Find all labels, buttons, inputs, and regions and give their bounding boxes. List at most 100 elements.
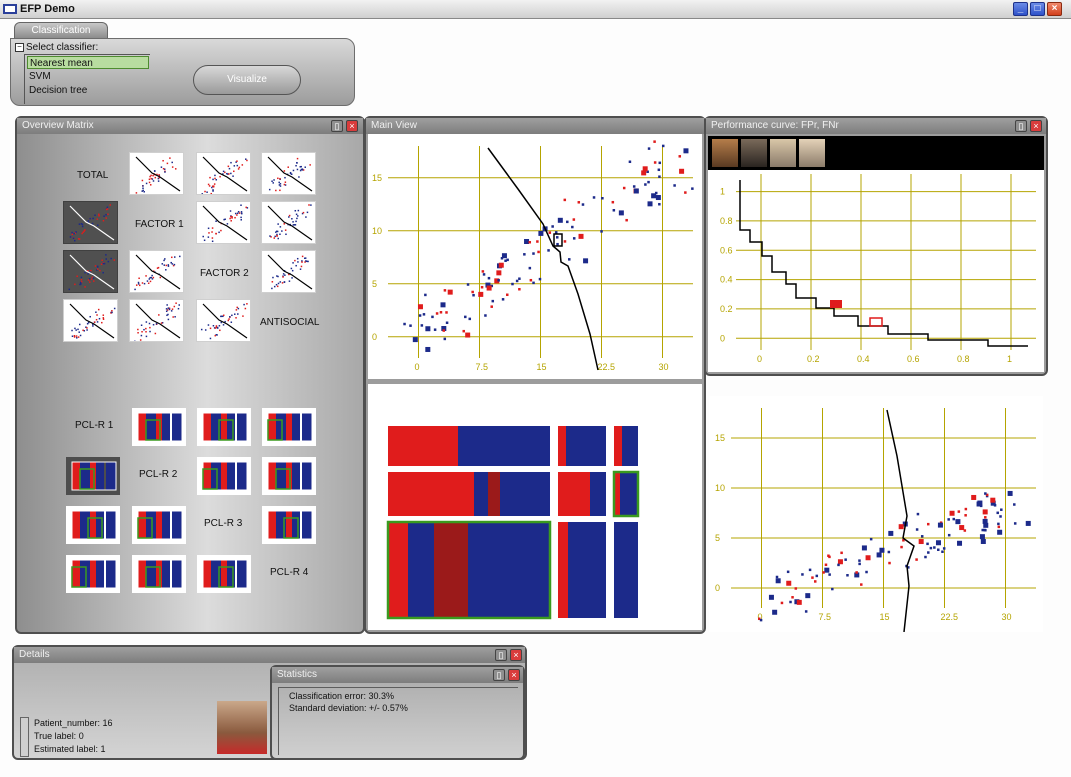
data-point <box>481 270 485 273</box>
thumb-point <box>94 214 96 216</box>
pcl-mosaic-thumbnail[interactable] <box>197 555 251 593</box>
pcl-mosaic-thumbnail[interactable] <box>262 408 316 446</box>
data-point <box>929 546 933 550</box>
factor-scatter-thumbnail[interactable] <box>63 299 118 342</box>
data-point <box>982 518 988 524</box>
pcl-mosaic-thumbnail[interactable] <box>66 457 120 495</box>
data-point <box>422 313 426 316</box>
data-point <box>518 277 521 280</box>
face-thumbnail[interactable] <box>799 139 825 167</box>
thumb-point <box>87 273 89 275</box>
data-point <box>480 285 484 289</box>
visualize-button[interactable]: Visualize <box>193 65 301 95</box>
factor-scatter-thumbnail[interactable] <box>129 152 184 195</box>
performance-curve-plot[interactable]: 0 0.2 0.4 0.6 0.8 1 1 0.8 0.6 0.4 0.2 0 <box>708 170 1044 372</box>
mosaic-plot[interactable] <box>368 384 702 630</box>
pcl-mosaic-thumbnail[interactable] <box>132 408 186 446</box>
data-point <box>927 551 930 554</box>
thumb-point <box>215 179 218 181</box>
mosaic-cell <box>558 522 568 618</box>
thumb-point <box>90 269 92 272</box>
stats-minimize-icon[interactable]: ▯ <box>493 669 505 681</box>
classifier-option-nearest-mean[interactable]: Nearest mean <box>27 56 149 69</box>
factor-scatter-thumbnail[interactable] <box>196 201 251 244</box>
thumb-cell <box>146 511 156 539</box>
stats-close-icon[interactable]: × <box>508 669 520 681</box>
thumb-point <box>93 321 96 323</box>
data-point <box>805 593 811 599</box>
data-point <box>563 240 567 243</box>
data-point <box>888 530 894 536</box>
thumb-point <box>211 240 214 243</box>
collapse-toggle[interactable]: − <box>15 43 24 52</box>
pcl-mosaic-thumbnail[interactable] <box>197 457 251 495</box>
thumb-point <box>168 308 171 311</box>
mosaic-cell <box>622 426 638 466</box>
thumb-cell <box>162 560 170 588</box>
face-thumbnail[interactable] <box>770 139 796 167</box>
pcl-mosaic-thumbnail[interactable] <box>66 555 120 593</box>
thumb-point <box>299 268 302 270</box>
mosaic-cell <box>568 522 606 618</box>
pcl-mosaic-thumbnail[interactable] <box>197 408 251 446</box>
thumb-point <box>102 318 105 320</box>
thumb-point <box>230 172 232 175</box>
lower-scatter-plot[interactable]: 0 7.5 15 22.5 30151050 <box>709 396 1043 632</box>
perf-close-icon[interactable]: × <box>1030 120 1042 132</box>
thumb-cell <box>211 462 221 490</box>
perf-y-tick: 0.4 <box>720 275 733 285</box>
thumb-point <box>222 314 225 317</box>
factor-scatter-thumbnail[interactable] <box>196 152 251 195</box>
perf-minimize-icon[interactable]: ▯ <box>1015 120 1027 132</box>
classifier-option-svm[interactable]: SVM <box>27 70 149 83</box>
pcl-mosaic-thumbnail[interactable] <box>262 457 316 495</box>
thumb-point <box>76 275 78 278</box>
factor-scatter-thumbnail[interactable] <box>63 250 118 293</box>
panel-minimize-icon[interactable]: ▯ <box>331 120 343 132</box>
data-point <box>465 332 471 338</box>
maximize-button[interactable]: □ <box>1030 2 1045 16</box>
factor-scatter-thumbnail[interactable] <box>63 201 118 244</box>
classifier-option-decision-tree[interactable]: Decision tree <box>27 84 149 97</box>
data-point <box>511 282 514 286</box>
close-button[interactable]: × <box>1047 2 1062 16</box>
thumb-point <box>101 321 103 324</box>
thumb-point <box>236 164 239 167</box>
factor-scatter-thumbnail[interactable] <box>129 299 184 342</box>
details-minimize-icon[interactable]: ▯ <box>495 649 507 661</box>
pcl-mosaic-thumbnail[interactable] <box>262 506 316 544</box>
thumb-point <box>235 317 237 319</box>
pcl-mosaic-thumbnail[interactable] <box>132 555 186 593</box>
minimize-button[interactable]: _ <box>1013 2 1028 16</box>
data-point <box>678 155 682 158</box>
face-thumbnail[interactable] <box>741 139 767 167</box>
thumb-point <box>152 276 155 279</box>
pcl-mosaic-thumbnail[interactable] <box>132 506 186 544</box>
details-close-icon[interactable]: × <box>510 649 522 661</box>
factor-scatter-thumbnail[interactable] <box>261 201 316 244</box>
data-point <box>794 587 798 590</box>
thumb-point <box>148 278 151 280</box>
thumb-point <box>235 309 238 311</box>
panel-close-icon[interactable]: × <box>346 120 358 132</box>
pcl-mosaic-thumbnail[interactable] <box>66 506 120 544</box>
thumb-boundary <box>202 205 248 241</box>
factor-scatter-thumbnail[interactable] <box>261 250 316 293</box>
factor-scatter-thumbnail[interactable] <box>196 299 251 342</box>
thumb-point <box>290 267 293 270</box>
factor-scatter-thumbnail[interactable] <box>129 250 184 293</box>
tab-classification[interactable]: Classification <box>14 22 108 38</box>
thumb-point <box>174 256 176 258</box>
thumb-point <box>152 180 155 182</box>
details-scrollbar[interactable] <box>20 717 29 757</box>
data-point <box>980 538 986 544</box>
thumb-point <box>96 265 99 268</box>
face-thumbnail[interactable] <box>712 139 738 167</box>
data-point <box>528 266 532 270</box>
thumb-point <box>80 276 83 279</box>
factor-scatter-thumbnail[interactable] <box>261 152 316 195</box>
data-point <box>997 529 1003 535</box>
main-scatter-plot[interactable]: 0 7.5 15 22.5 30 15 10 5 0 <box>368 134 702 379</box>
thumb-point <box>229 210 232 212</box>
thumb-point <box>226 223 229 225</box>
